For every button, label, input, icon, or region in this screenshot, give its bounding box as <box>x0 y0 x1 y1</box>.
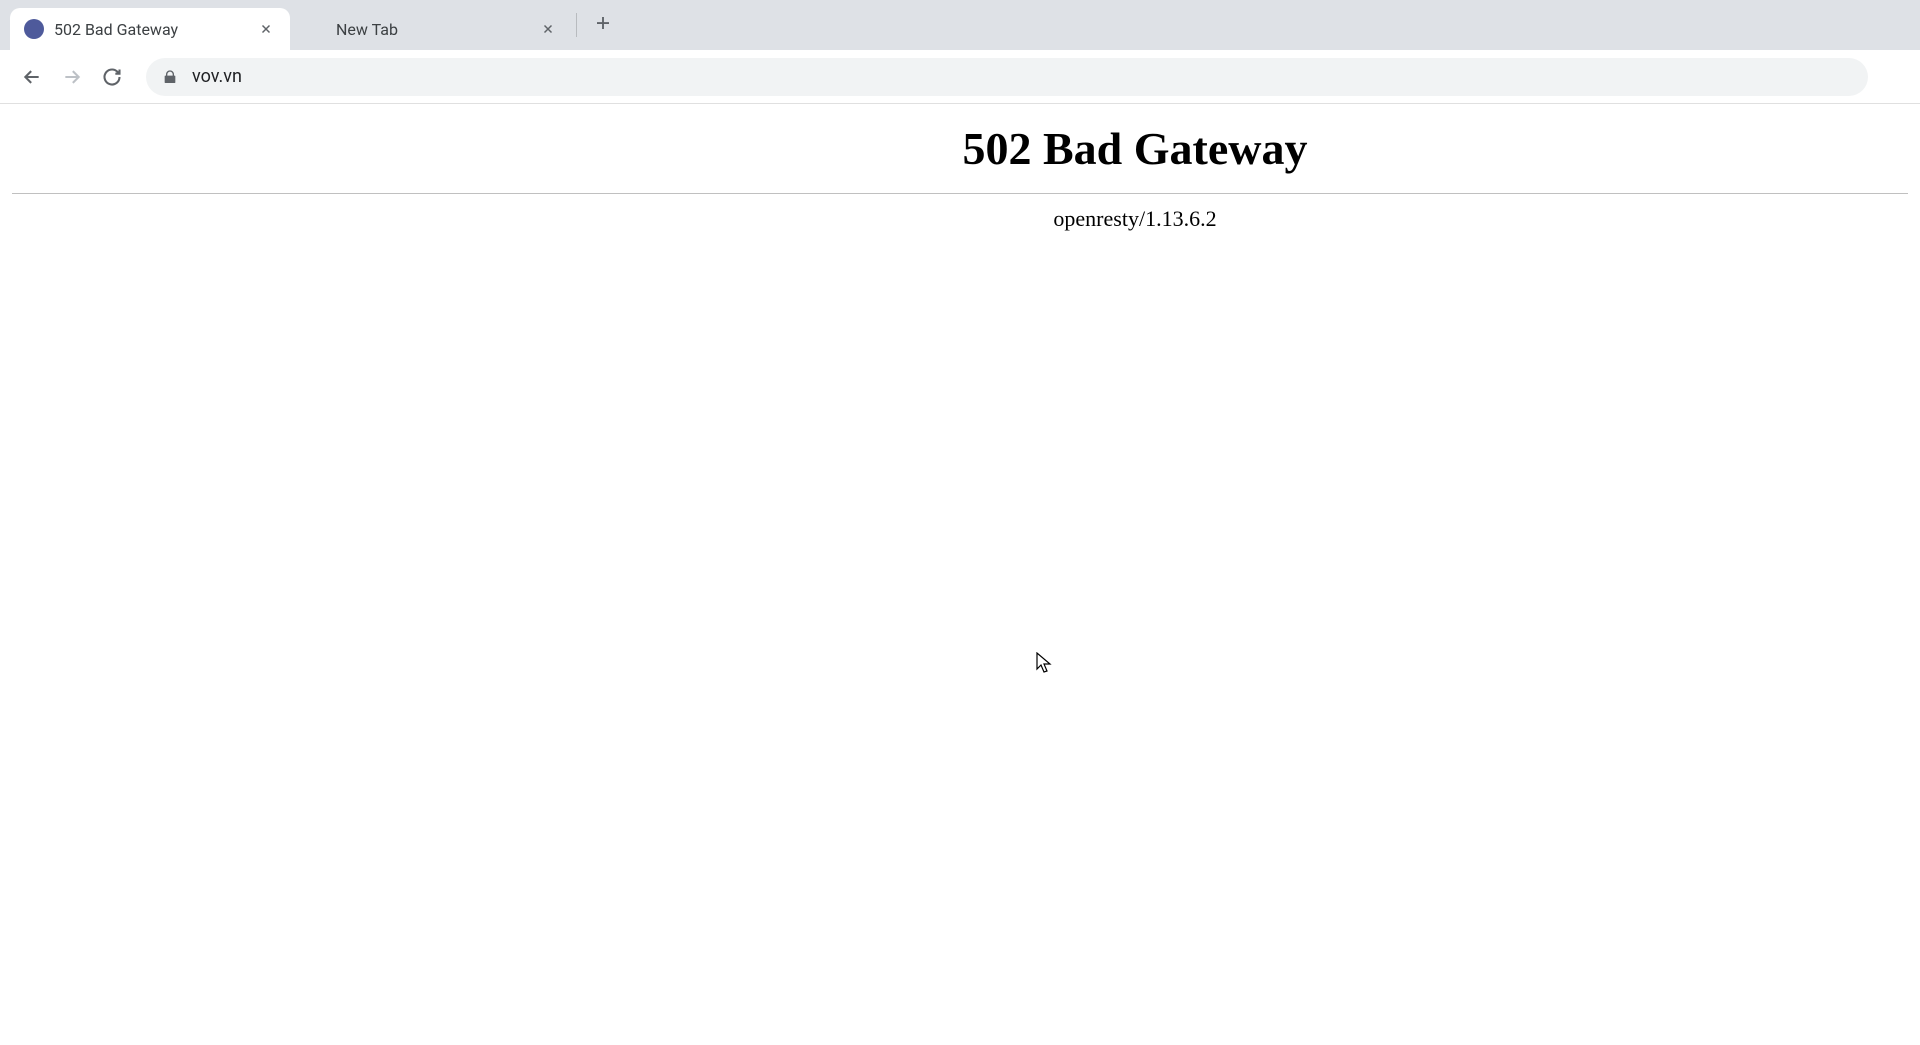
tab-active[interactable]: 502 Bad Gateway <box>10 8 290 50</box>
reload-button[interactable] <box>92 57 132 97</box>
tab-strip: 502 Bad Gateway New Tab <box>0 0 1920 50</box>
close-icon[interactable] <box>538 19 558 39</box>
cursor-icon <box>1036 652 1052 674</box>
tab-title: 502 Bad Gateway <box>54 20 248 39</box>
close-icon[interactable] <box>256 19 276 39</box>
url-text: vov.vn <box>192 66 242 87</box>
tab-title: New Tab <box>336 20 530 39</box>
favicon-icon <box>24 19 44 39</box>
page-content: 502 Bad Gateway openresty/1.13.6.2 <box>0 122 1920 232</box>
address-bar[interactable]: vov.vn <box>146 58 1868 96</box>
favicon-icon <box>306 19 326 39</box>
tab-separator <box>576 13 577 37</box>
server-info: openresty/1.13.6.2 <box>362 206 1908 232</box>
back-button[interactable] <box>12 57 52 97</box>
tab-inactive[interactable]: New Tab <box>292 8 572 50</box>
forward-button[interactable] <box>52 57 92 97</box>
toolbar: vov.vn <box>0 50 1920 104</box>
divider <box>12 193 1908 194</box>
new-tab-button[interactable] <box>585 5 621 41</box>
lock-icon <box>162 69 178 85</box>
error-heading: 502 Bad Gateway <box>362 122 1908 175</box>
